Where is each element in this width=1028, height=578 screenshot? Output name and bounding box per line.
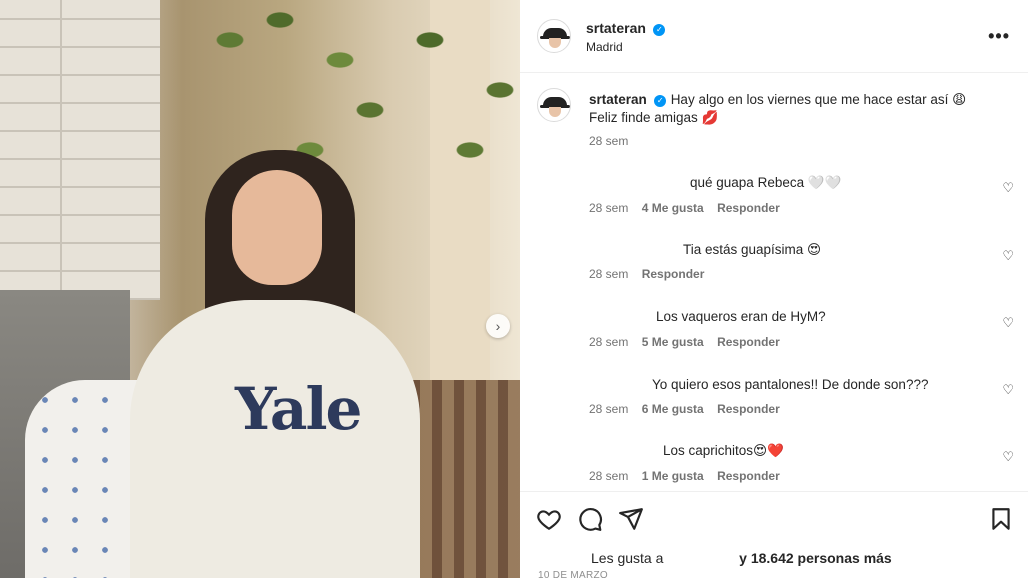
username[interactable]: srtateran	[586, 20, 646, 36]
chair	[410, 380, 520, 578]
post-actions: Les gusta a y 18.642 personas más	[520, 491, 1028, 578]
comment-text: Los caprichitos😍❤️	[663, 443, 784, 458]
avatar[interactable]	[537, 19, 571, 53]
likes-count[interactable]: y 18.642 personas más	[739, 550, 892, 566]
comment-time: 28 sem	[589, 201, 629, 215]
comment-text: qué guapa Rebeca 🤍🤍	[690, 175, 842, 190]
comment-text: Yo quiero esos pantalones!! De donde son…	[652, 377, 929, 392]
reply-button[interactable]: Responder	[717, 201, 780, 215]
verified-badge-icon: ✓	[654, 94, 667, 107]
comment-icon[interactable]	[577, 506, 603, 532]
post-header: srtateran ✓ Madrid •••	[520, 0, 1028, 73]
caption-text-2: Feliz finde amigas 💋	[589, 110, 719, 125]
reply-button[interactable]: Responder	[642, 267, 705, 281]
person-face	[232, 170, 322, 285]
verified-badge-icon: ✓	[653, 23, 666, 36]
comment-meta: 28 sem 1 Me gusta Responder	[589, 469, 790, 483]
comment-meta: 28 sem 6 Me gusta Responder	[589, 402, 790, 416]
comment-text: Los vaqueros eran de HyM?	[656, 309, 826, 324]
comment-meta: 28 sem 5 Me gusta Responder	[589, 335, 790, 349]
comments-list: srtateran ✓ Hay algo en los viernes que …	[520, 73, 1028, 491]
caption-text-1: Hay algo en los viernes que me hace esta…	[670, 92, 967, 107]
brick-wall	[0, 0, 160, 300]
heart-icon[interactable]: ♡	[1002, 315, 1014, 331]
comment-likes[interactable]: 5 Me gusta	[642, 335, 704, 349]
caption-time: 28 sem	[589, 134, 629, 148]
caption-username[interactable]: srtateran	[589, 92, 647, 107]
heart-icon[interactable]: ♡	[1002, 180, 1014, 196]
reply-button[interactable]: Responder	[717, 402, 780, 416]
reply-button[interactable]: Responder	[717, 335, 780, 349]
comment-likes[interactable]: 1 Me gusta	[642, 469, 704, 483]
location[interactable]: Madrid	[586, 40, 623, 54]
post-photo: Yale ›	[0, 0, 520, 578]
likes-prefix: Les gusta a	[591, 550, 664, 566]
comment-likes[interactable]: 4 Me gusta	[642, 201, 704, 215]
send-icon[interactable]	[618, 506, 644, 532]
caption-avatar[interactable]	[537, 88, 571, 122]
comment-meta: 28 sem Responder	[589, 267, 714, 281]
comment-text: Tia estás guapísima 😍	[683, 242, 822, 257]
post-side-panel: srtateran ✓ Madrid ••• srtateran ✓ Hay a…	[520, 0, 1028, 578]
heart-icon[interactable]: ♡	[1002, 382, 1014, 398]
bookmark-icon[interactable]	[988, 506, 1014, 532]
likes-summary: Les gusta a y 18.642 personas más	[591, 550, 892, 566]
heart-icon[interactable]	[536, 506, 562, 532]
heart-icon[interactable]: ♡	[1002, 449, 1014, 465]
more-options-icon[interactable]: •••	[988, 26, 1010, 47]
comment-time: 28 sem	[589, 469, 629, 483]
comment-time: 28 sem	[589, 267, 629, 281]
caption: srtateran ✓ Hay algo en los viernes que …	[589, 91, 1009, 127]
sweater-print: Yale	[235, 375, 362, 443]
comment-time: 28 sem	[589, 335, 629, 349]
comment-likes[interactable]: 6 Me gusta	[642, 402, 704, 416]
heart-icon[interactable]: ♡	[1002, 248, 1014, 264]
reply-button[interactable]: Responder	[717, 469, 780, 483]
comment-meta: 28 sem 4 Me gusta Responder	[589, 201, 790, 215]
comment-time: 28 sem	[589, 402, 629, 416]
post-date: 10 DE MARZO	[538, 570, 608, 578]
chevron-right-icon[interactable]: ›	[486, 314, 510, 338]
